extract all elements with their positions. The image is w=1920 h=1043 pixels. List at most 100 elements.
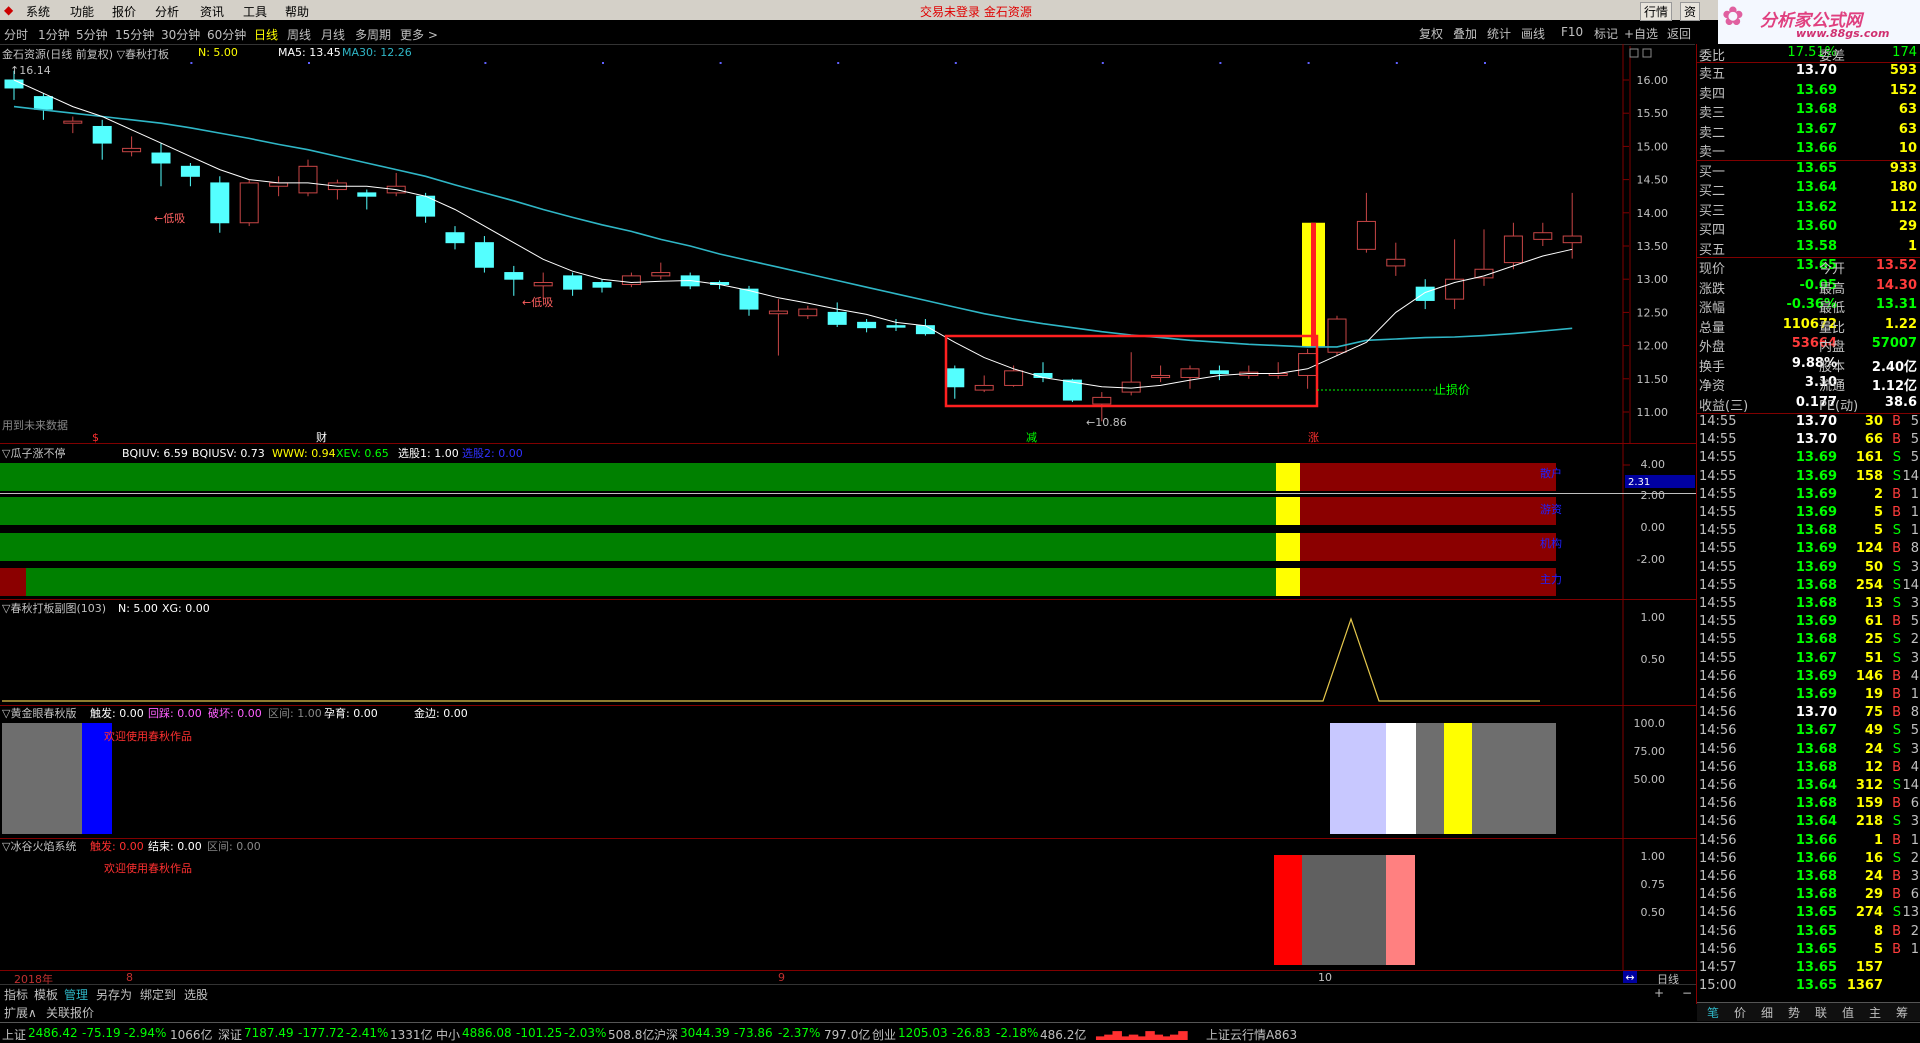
candle-body[interactable] xyxy=(1386,258,1406,267)
stat-row[interactable]: 涨跌 -0.05 最高 14.30 xyxy=(1697,277,1920,297)
candle-body[interactable] xyxy=(151,152,171,164)
candle-body[interactable] xyxy=(1092,396,1112,405)
settings-icon[interactable] xyxy=(1642,48,1652,58)
stat-row[interactable]: 总量 110672 量比 1.22 xyxy=(1697,316,1920,336)
candle-body[interactable] xyxy=(827,311,847,325)
stat-row[interactable]: 涨幅 -0.36% 最低 13.31 xyxy=(1697,296,1920,316)
hq-button[interactable]: 行情 xyxy=(1640,2,1673,21)
sz-name[interactable]: 深证 xyxy=(218,1026,242,1043)
candle-body[interactable] xyxy=(1004,370,1024,386)
fuquan-button[interactable]: 复权 xyxy=(1419,25,1443,42)
zoom-in-button[interactable]: + xyxy=(1654,986,1664,1000)
p3-title[interactable]: ▽黄金眼春秋版 xyxy=(2,706,76,720)
p1-title[interactable]: ▽瓜子涨不停 xyxy=(2,446,65,460)
maximize-icon[interactable] xyxy=(1629,48,1639,58)
tick-row[interactable]: 14:56 13.66 1 B 1 xyxy=(1697,832,1920,850)
quote-tab-2[interactable]: 细 xyxy=(1761,1004,1773,1021)
quote-tab-0[interactable]: 笔 xyxy=(1707,1004,1719,1021)
tab-manage[interactable]: 管理 xyxy=(64,986,88,1003)
panel-golden-eye[interactable]: ▽黄金眼春秋版 触发: 0.00 回踩: 0.00 破坏: 0.00 区间: 1… xyxy=(0,705,1696,838)
candle-body[interactable] xyxy=(180,165,200,177)
hs-name[interactable]: 沪深 xyxy=(654,1026,678,1043)
quote-tab-6[interactable]: 主 xyxy=(1869,1004,1881,1021)
tick-row[interactable]: 14:56 13.66 16 S 2 xyxy=(1697,850,1920,868)
tick-row[interactable]: 14:56 13.67 49 S 5 xyxy=(1697,722,1920,740)
zoom-out-button[interactable]: − xyxy=(1682,986,1692,1000)
candle-body[interactable] xyxy=(210,182,230,224)
tab-monthly[interactable]: 月线 xyxy=(321,26,345,43)
tab-more[interactable]: 更多 > xyxy=(400,26,438,43)
buy-row[interactable]: 买一 13.65 933 xyxy=(1697,160,1920,180)
p2-title[interactable]: ▽春秋打板副图(103) xyxy=(2,601,106,615)
tick-row[interactable]: 14:55 13.68 254 S 14 xyxy=(1697,577,1920,595)
event-marker-cai[interactable]: 财 xyxy=(316,430,327,444)
candle-body[interactable] xyxy=(63,120,83,124)
tab-stockpick[interactable]: 选股 xyxy=(184,986,208,1003)
candle-body[interactable] xyxy=(474,242,494,268)
tab-1min[interactable]: 1分钟 xyxy=(38,26,70,43)
tick-row[interactable]: 14:55 13.69 124 B 8 xyxy=(1697,540,1920,558)
menu-function[interactable]: 功能 xyxy=(70,3,94,20)
overlay-button[interactable]: 叠加 xyxy=(1453,25,1477,42)
tick-row[interactable]: 14:56 13.68 24 B 3 xyxy=(1697,868,1920,886)
buy-row[interactable]: 买二 13.64 180 xyxy=(1697,179,1920,199)
candle-body[interactable] xyxy=(533,282,553,287)
candle-body[interactable] xyxy=(1356,220,1376,250)
candle-body[interactable] xyxy=(768,310,788,315)
tab-30min[interactable]: 30分钟 xyxy=(161,26,200,43)
candle-body[interactable] xyxy=(886,325,906,328)
candle-body[interactable] xyxy=(945,368,965,388)
tick-row[interactable]: 14:55 13.69 158 S 14 xyxy=(1697,468,1920,486)
cy-name[interactable]: 创业 xyxy=(872,1026,896,1043)
tick-row[interactable]: 14:57 13.65 157 xyxy=(1697,959,1920,977)
tab-daily[interactable]: 日线 xyxy=(254,26,278,43)
menu-system[interactable]: 系统 xyxy=(26,3,50,20)
candle-body[interactable] xyxy=(4,79,24,89)
tick-row[interactable]: 14:56 13.70 75 B 8 xyxy=(1697,704,1920,722)
p4-title[interactable]: ▽冰谷火焰系统 xyxy=(2,839,76,853)
stat-row[interactable]: 现价 13.65 今开 13.52 xyxy=(1697,257,1920,277)
candle-body[interactable] xyxy=(239,182,259,224)
tab-weekly[interactable]: 周线 xyxy=(287,26,311,43)
tick-row[interactable]: 14:55 13.69 61 B 5 xyxy=(1697,613,1920,631)
panel-chunqiu-sub[interactable]: ▽春秋打板副图(103) N: 5.00 XG: 0.00 1.00 0.50 xyxy=(0,599,1696,705)
candle-body[interactable] xyxy=(592,282,612,288)
sell-row[interactable]: 卖一 13.66 10 xyxy=(1697,140,1920,160)
tick-row[interactable]: 15:00 13.65 1367 xyxy=(1697,977,1920,995)
panel-guazi[interactable]: ▽瓜子涨不停 BQIUV: 6.59 BQIUSV: 0.73 WWW: 0.9… xyxy=(0,443,1696,599)
tick-row[interactable]: 14:56 13.68 29 B 6 xyxy=(1697,886,1920,904)
sh-name[interactable]: 上证 xyxy=(2,1026,26,1043)
menu-help[interactable]: 帮助 xyxy=(285,3,309,20)
tick-row[interactable]: 14:55 13.68 5 S 1 xyxy=(1697,522,1920,540)
candle-body[interactable] xyxy=(445,232,465,244)
tick-row[interactable]: 14:55 13.69 161 S 5 xyxy=(1697,449,1920,467)
quote-tab-3[interactable]: 势 xyxy=(1788,1004,1800,1021)
tab-indicator[interactable]: 指标 xyxy=(4,986,28,1003)
stats-button[interactable]: 统计 xyxy=(1487,25,1511,42)
candle-body[interactable] xyxy=(621,275,641,286)
tick-row[interactable]: 14:55 13.67 51 S 3 xyxy=(1697,650,1920,668)
menu-quote[interactable]: 报价 xyxy=(112,3,136,20)
candle-body[interactable] xyxy=(1209,370,1229,374)
mark-button[interactable]: 标记 xyxy=(1594,25,1618,42)
panel-binggu[interactable]: ▽冰谷火焰系统 触发: 0.00 结束: 0.00 区间: 0.00 欢迎使用春… xyxy=(0,838,1696,970)
candle-body[interactable] xyxy=(1151,374,1171,378)
tick-row[interactable]: 14:56 13.65 5 B 1 xyxy=(1697,941,1920,959)
stat-row[interactable]: 换手 9.88% 股本 2.40亿 xyxy=(1697,355,1920,375)
tick-row[interactable]: 14:56 13.65 8 B 2 xyxy=(1697,923,1920,941)
candle-body[interactable] xyxy=(1533,232,1553,240)
f10-button[interactable]: F10 xyxy=(1561,25,1583,39)
candle-body[interactable] xyxy=(357,192,377,197)
candle-body[interactable] xyxy=(504,272,524,280)
candle-body[interactable] xyxy=(563,275,583,290)
tick-row[interactable]: 14:56 13.64 312 S 14 xyxy=(1697,777,1920,795)
buy-row[interactable]: 买三 13.62 112 xyxy=(1697,199,1920,219)
candle-body[interactable] xyxy=(798,308,818,317)
buy-row[interactable]: 买四 13.60 29 xyxy=(1697,218,1920,238)
candle-body[interactable] xyxy=(122,147,142,153)
tick-row[interactable]: 14:55 13.70 30 B 5 xyxy=(1697,413,1920,431)
tick-row[interactable]: 14:55 13.69 2 B 1 xyxy=(1697,486,1920,504)
expand-button[interactable]: 扩展∧ xyxy=(4,1004,37,1021)
tick-row[interactable]: 14:56 13.68 159 B 6 xyxy=(1697,795,1920,813)
tab-60min[interactable]: 60分钟 xyxy=(207,26,246,43)
